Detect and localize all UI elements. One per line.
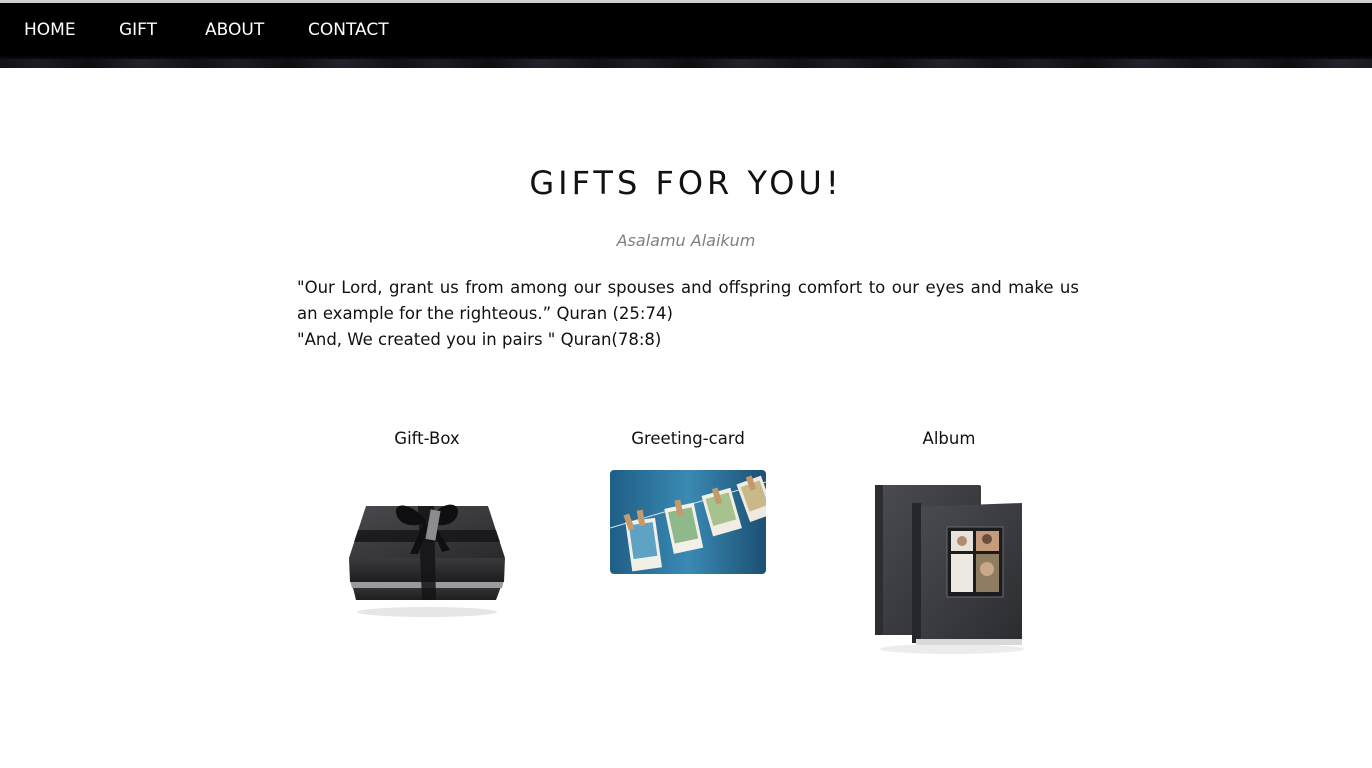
greeting-card-image[interactable] [610,470,766,574]
greeting-card-label: Greeting-card [631,429,745,448]
quote-line-1: "Our Lord, grant us from among our spous… [297,278,1079,323]
nav-contact-link[interactable]: CONTACT [308,20,389,44]
nav-gift-link[interactable]: GIFT [119,20,157,44]
album-label: Album [922,429,976,448]
nav-about-link[interactable]: ABOUT [205,20,264,44]
photo-album-image[interactable] [872,483,1026,655]
quote-block: "Our Lord, grant us from among our spous… [297,275,1079,353]
gift-box-label: Gift-Box [394,429,460,448]
quote-line-2: "And, We created you in pairs " Quran(78… [297,330,662,349]
nav-home-link[interactable]: HOME [24,20,76,44]
navbar-background-strip [0,59,1372,68]
gift-box-image[interactable] [346,496,508,620]
greeting-text: Asalamu Alaikum [616,231,756,250]
top-navbar: HOME GIFT ABOUT CONTACT [0,3,1372,68]
page-title: GIFTS FOR YOU! [529,164,843,202]
